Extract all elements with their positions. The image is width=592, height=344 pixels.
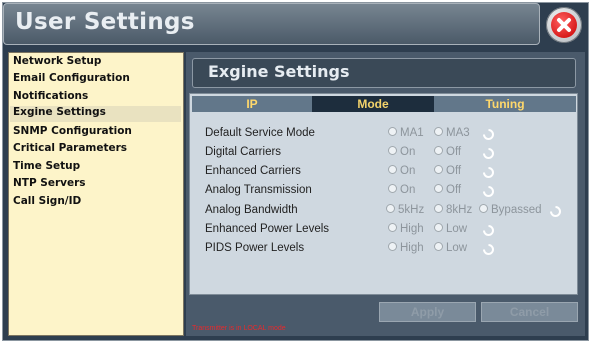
section-header: Exgine Settings <box>192 58 576 88</box>
radio-icon <box>388 184 397 193</box>
radio-icon <box>388 165 397 174</box>
radio-pids-power-low[interactable]: Low <box>434 242 467 254</box>
radio-label: On <box>400 146 416 158</box>
radio-label: Low <box>446 223 468 235</box>
radio-label: 5kHz <box>398 204 425 216</box>
setting-label-analog-bandwidth: Analog Bandwidth <box>205 204 298 216</box>
radio-bw-5khz[interactable]: 5kHz <box>386 204 424 216</box>
radio-digital-off[interactable]: Off <box>434 146 461 158</box>
radio-label: On <box>400 184 416 196</box>
loading-spinner-icon <box>483 167 494 178</box>
cancel-button[interactable]: Cancel <box>481 302 578 322</box>
sidebar-item-exgine-settings[interactable]: Exgine Settings <box>10 106 181 122</box>
radio-label: Low <box>446 242 468 254</box>
radio-icon <box>434 127 443 136</box>
sidebar-nav: Network Setup Email Configuration Notifi… <box>8 52 184 336</box>
radio-icon <box>434 242 443 251</box>
tab-ip[interactable]: IP <box>192 96 312 112</box>
radio-ma3[interactable]: MA3 <box>434 127 470 139</box>
radio-label: Off <box>446 146 462 158</box>
radio-label: MA1 <box>400 127 424 139</box>
radio-enhanced-off[interactable]: Off <box>434 165 461 177</box>
radio-icon <box>386 204 395 213</box>
status-text: Transmitter is in LOCAL mode <box>192 325 286 332</box>
sidebar-item-network-setup[interactable]: Network Setup <box>13 55 101 67</box>
setting-label-digital-carriers: Digital Carriers <box>205 146 282 158</box>
loading-spinner-icon <box>483 244 494 255</box>
tab-tuning[interactable]: Tuning <box>434 96 576 112</box>
sidebar-item-time-setup[interactable]: Time Setup <box>13 160 80 172</box>
radio-icon <box>388 242 397 251</box>
radio-analog-off[interactable]: Off <box>434 184 461 196</box>
section-title: Exgine Settings <box>208 62 350 81</box>
setting-label-enhanced-carriers: Enhanced Carriers <box>205 165 301 177</box>
radio-pids-power-high[interactable]: High <box>388 242 424 254</box>
radio-label: Off <box>446 184 462 196</box>
radio-bw-8khz[interactable]: 8kHz <box>434 204 472 216</box>
sidebar-item-snmp-configuration[interactable]: SNMP Configuration <box>13 125 132 137</box>
sidebar-item-critical-parameters[interactable]: Critical Parameters <box>13 142 127 154</box>
loading-spinner-icon <box>483 186 494 197</box>
radio-icon <box>479 204 488 213</box>
radio-icon <box>388 223 397 232</box>
apply-button[interactable]: Apply <box>379 302 476 322</box>
radio-label: Bypassed <box>491 204 542 216</box>
tab-mode[interactable]: Mode <box>312 96 434 112</box>
radio-analog-on[interactable]: On <box>388 184 415 196</box>
radio-label: MA3 <box>446 127 470 139</box>
setting-label-pids-power-levels: PIDS Power Levels <box>205 242 305 254</box>
loading-spinner-icon <box>483 129 494 140</box>
radio-digital-on[interactable]: On <box>388 146 415 158</box>
radio-icon <box>388 127 397 136</box>
setting-label-default-service-mode: Default Service Mode <box>205 127 315 139</box>
radio-icon <box>434 146 443 155</box>
radio-icon <box>434 165 443 174</box>
radio-label: On <box>400 165 416 177</box>
setting-label-enhanced-power-levels: Enhanced Power Levels <box>205 223 330 235</box>
radio-enh-power-high[interactable]: High <box>388 223 424 235</box>
close-x-glyph <box>557 18 571 32</box>
loading-spinner-icon <box>483 148 494 159</box>
window-title: User Settings <box>15 9 195 35</box>
radio-icon <box>434 184 443 193</box>
radio-enhanced-on[interactable]: On <box>388 165 415 177</box>
radio-bw-bypassed[interactable]: Bypassed <box>479 204 542 216</box>
radio-label: 8kHz <box>446 204 473 216</box>
title-bar: User Settings <box>3 3 540 45</box>
radio-label: High <box>400 223 424 235</box>
radio-icon <box>388 146 397 155</box>
radio-label: Off <box>446 165 462 177</box>
radio-icon <box>434 223 443 232</box>
loading-spinner-icon <box>550 206 561 217</box>
radio-icon <box>434 204 443 213</box>
radio-enh-power-low[interactable]: Low <box>434 223 467 235</box>
setting-label-analog-transmission: Analog Transmission <box>205 184 312 196</box>
radio-label: High <box>400 242 424 254</box>
sidebar-item-email-configuration[interactable]: Email Configuration <box>13 72 130 84</box>
sidebar-item-notifications[interactable]: Notifications <box>13 90 88 102</box>
radio-ma1[interactable]: MA1 <box>388 127 424 139</box>
sidebar-item-call-sign-id[interactable]: Call Sign/ID <box>13 195 81 207</box>
loading-spinner-icon <box>483 225 494 236</box>
close-button[interactable] <box>546 7 582 43</box>
sidebar-item-ntp-servers[interactable]: NTP Servers <box>13 177 86 189</box>
